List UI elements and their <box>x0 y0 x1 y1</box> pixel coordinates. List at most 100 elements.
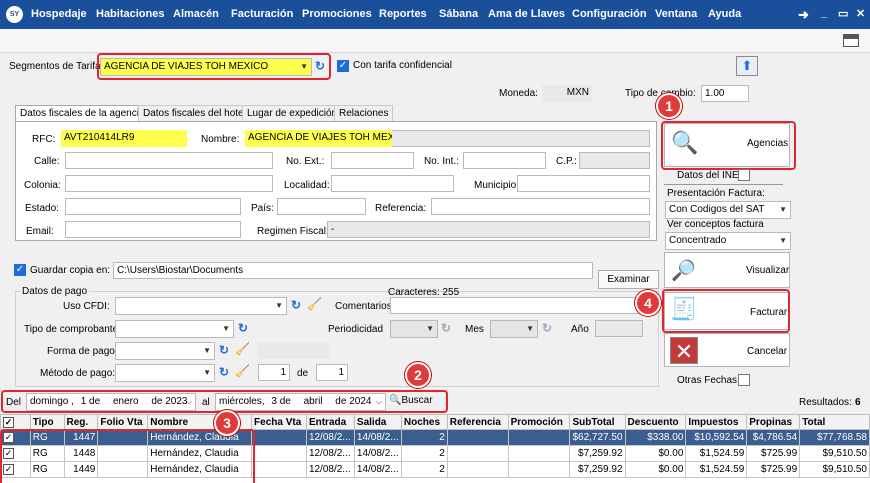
broom-icon[interactable]: 🧹 <box>307 297 322 311</box>
regime-input[interactable]: - <box>327 221 650 238</box>
menu-configuracion[interactable]: Configuración <box>572 8 647 20</box>
regime-label: Regimen Fiscal: <box>257 226 329 237</box>
minimize-button[interactable]: _ <box>821 7 827 19</box>
browse-button[interactable]: Examinar <box>598 270 659 289</box>
menu-sabana[interactable]: Sábana <box>439 8 478 20</box>
voucher-type-select[interactable]: ▼ <box>115 320 234 338</box>
menu-ventana[interactable]: Ventana <box>655 8 697 20</box>
header-total[interactable]: Total <box>799 414 870 430</box>
header-sale-folio[interactable]: Folio Vta <box>97 414 149 430</box>
menu-hospedaje[interactable]: Hospedaje <box>31 8 87 20</box>
refresh-icon[interactable]: ↻ <box>441 321 451 335</box>
concepts-select[interactable]: Concentrado ▼ <box>665 232 791 250</box>
month-select[interactable]: ▼ <box>490 320 538 338</box>
installments-total-input[interactable]: 1 <box>316 364 348 381</box>
preview-button[interactable]: 🔎 Visualizar <box>664 252 790 288</box>
installment-input[interactable]: 1 <box>258 364 290 381</box>
header-taxes[interactable]: Impuestos <box>685 414 748 430</box>
refresh-icon[interactable]: ↻ <box>291 298 301 312</box>
callout-badge-2: 2 <box>405 362 431 388</box>
side-divider <box>664 184 783 185</box>
comments-input[interactable] <box>390 297 643 314</box>
country-input[interactable] <box>277 198 366 215</box>
cell-taxes: $1,524.59 <box>685 445 748 462</box>
year-label: Año <box>571 324 589 335</box>
menu-ama-de-llaves[interactable]: Ama de Llaves <box>488 8 565 20</box>
tab-agency-fiscal[interactable]: Datos fiscales de la agencia <box>15 105 150 122</box>
header-check-out[interactable]: Salida <box>353 414 402 430</box>
payment-method-select[interactable]: ▼ <box>115 364 215 382</box>
menu-facturacion[interactable]: Facturación <box>231 8 293 20</box>
refresh-icon[interactable]: ↻ <box>219 343 229 357</box>
state-input[interactable] <box>65 198 241 215</box>
street-label: Calle: <box>34 156 60 167</box>
other-dates-checkbox[interactable] <box>738 374 750 386</box>
save-path-input[interactable]: C:\Users\Biostar\Documents <box>113 262 593 279</box>
refresh-icon[interactable]: ↻ <box>542 321 552 335</box>
voucher-type-label: Tipo de comprobante: <box>24 324 121 335</box>
chevron-down-icon: ▼ <box>222 324 230 333</box>
broom-icon[interactable]: 🧹 <box>235 364 250 378</box>
header-type[interactable]: Tipo <box>29 414 65 430</box>
cell-check-in: 12/08/2... <box>305 445 355 462</box>
refresh-icon[interactable]: ↻ <box>219 365 229 379</box>
cell-check-out: 14/08/2... <box>353 461 402 478</box>
window-layout-icon[interactable] <box>843 34 859 47</box>
ine-checkbox[interactable] <box>738 169 750 181</box>
cell-sale-date <box>251 461 307 478</box>
payment-form-select[interactable]: ▼ <box>115 342 215 360</box>
chevron-down-icon: ▼ <box>426 324 434 333</box>
header-promotion[interactable]: Promoción <box>507 414 571 430</box>
year-input[interactable] <box>595 320 643 337</box>
header-subtotal[interactable]: SubTotal <box>569 414 626 430</box>
menu-ayuda[interactable]: Ayuda <box>708 8 741 20</box>
cancel-button[interactable]: ✕ Cancelar <box>664 333 790 367</box>
periodicity-select[interactable]: ▼ <box>390 320 438 338</box>
email-input[interactable] <box>65 221 241 238</box>
confidential-checkbox[interactable]: ✓ <box>337 60 349 72</box>
menu-promociones[interactable]: Promociones <box>302 8 372 20</box>
segment-label: Segmentos de Tarifa: <box>9 61 104 72</box>
municipality-input[interactable] <box>517 175 650 192</box>
tab-hotel-fiscal[interactable]: Datos fiscales del hotel <box>138 105 251 121</box>
cell-taxes: $10,592.54 <box>685 429 748 446</box>
menu-habitaciones[interactable]: Habitaciones <box>96 8 164 20</box>
invoice-presentation-value: Con Codigos del SAT <box>669 204 765 215</box>
check-icon[interactable]: ✓ <box>3 416 14 428</box>
tab-issue-place[interactable]: Lugar de expedición <box>242 105 343 121</box>
save-copy-checkbox[interactable]: ✓ <box>14 264 26 276</box>
restore-button[interactable]: ▭ <box>838 7 848 20</box>
int-number-input[interactable] <box>463 152 546 169</box>
menu-reportes[interactable]: Reportes <box>379 8 427 20</box>
header-reg[interactable]: Reg. <box>63 414 99 430</box>
street-input[interactable] <box>65 152 273 169</box>
back-arrow-icon[interactable]: ➜ <box>798 7 809 23</box>
header-select[interactable]: ✓ <box>0 414 31 430</box>
header-check-in[interactable]: Entrada <box>305 414 355 430</box>
header-sale-date[interactable]: Fecha Vta <box>251 414 307 430</box>
up-arrow-button[interactable]: ⬆ <box>736 56 758 76</box>
locality-input[interactable] <box>331 175 454 192</box>
ext-number-input[interactable] <box>331 152 414 169</box>
cell-total: $77,768.58 <box>799 429 870 446</box>
reference-input[interactable] <box>431 198 650 215</box>
header-nights[interactable]: Noches <box>400 414 448 430</box>
exchange-rate-input[interactable]: 1.00 <box>701 85 749 102</box>
postal-code-input[interactable] <box>579 152 650 169</box>
cell-discount: $0.00 <box>624 461 687 478</box>
colony-input[interactable] <box>65 175 273 192</box>
name-input[interactable]: AGENCIA DE VIAJES TOH MEXICO <box>245 130 392 147</box>
cfdi-select[interactable]: ▼ <box>115 297 287 315</box>
tab-relations[interactable]: Relaciones <box>334 105 394 121</box>
refresh-icon[interactable]: ↻ <box>238 321 248 335</box>
menu-almacen[interactable]: Almacén <box>173 8 219 20</box>
cell-nights: 2 <box>400 429 448 446</box>
header-tips[interactable]: Propinas <box>746 414 801 430</box>
rfc-input[interactable]: AVT210414LR9 <box>61 130 187 147</box>
header-reference[interactable]: Referencia <box>446 414 509 430</box>
broom-icon[interactable]: 🧹 <box>235 342 250 356</box>
close-button[interactable]: ✕ <box>856 7 865 20</box>
callout-badge-4: 4 <box>635 290 661 316</box>
header-discount[interactable]: Descuento <box>624 414 687 430</box>
invoice-presentation-select[interactable]: Con Codigos del SAT ▼ <box>665 201 791 219</box>
